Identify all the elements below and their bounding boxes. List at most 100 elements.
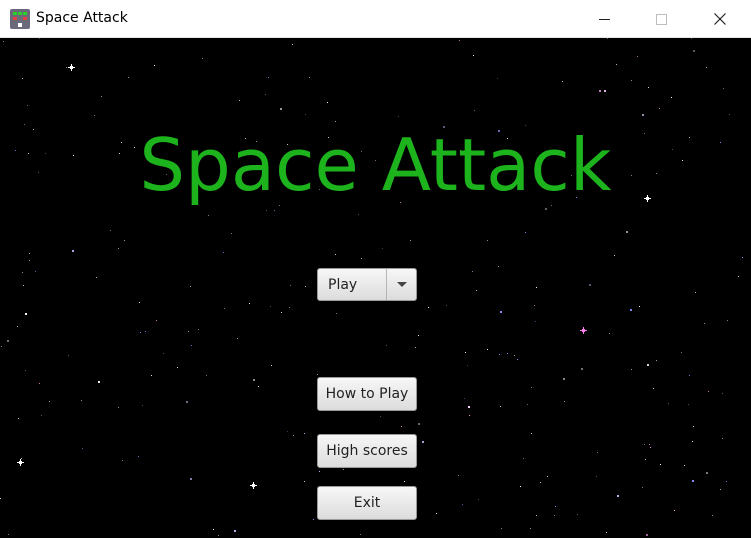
close-button[interactable] — [697, 0, 743, 38]
star — [188, 331, 189, 332]
star — [96, 277, 97, 278]
star — [81, 400, 82, 401]
minimize-button[interactable] — [581, 0, 627, 38]
star — [177, 367, 178, 368]
star — [305, 114, 306, 115]
star — [234, 530, 236, 532]
star — [309, 77, 310, 78]
star — [536, 287, 537, 288]
star — [478, 499, 479, 500]
star — [361, 258, 362, 259]
star — [656, 360, 657, 361]
star — [562, 81, 563, 82]
star — [517, 359, 518, 360]
window-title: Space Attack — [36, 10, 128, 26]
star — [436, 513, 437, 514]
game-canvas[interactable]: Space Attack Play How to Play High score… — [0, 38, 751, 538]
star — [418, 423, 420, 425]
star — [520, 486, 521, 487]
star — [727, 320, 728, 321]
star — [692, 441, 693, 442]
star — [94, 115, 95, 116]
how-to-play-button[interactable]: How to Play — [317, 377, 417, 411]
star — [304, 433, 305, 434]
star — [467, 365, 468, 366]
star — [639, 306, 640, 307]
star — [599, 90, 601, 92]
star — [239, 100, 240, 101]
star — [668, 403, 669, 404]
star — [271, 365, 272, 366]
star — [35, 271, 36, 272]
star — [596, 476, 597, 477]
high-scores-button[interactable]: High scores — [317, 434, 417, 468]
star — [531, 433, 532, 434]
star — [231, 233, 232, 234]
star — [18, 418, 19, 419]
game-mode-dropdown-button[interactable] — [386, 269, 416, 300]
star — [738, 276, 739, 277]
star — [462, 504, 463, 505]
star — [422, 441, 424, 443]
star — [653, 388, 654, 389]
star — [617, 495, 619, 497]
star — [124, 240, 125, 241]
star — [410, 240, 411, 241]
star — [531, 387, 532, 388]
star — [3, 41, 4, 42]
star — [536, 515, 537, 516]
star — [258, 386, 259, 387]
star — [186, 401, 188, 403]
star — [476, 290, 477, 291]
star — [327, 102, 328, 103]
star — [122, 460, 123, 461]
star — [305, 286, 306, 287]
star — [530, 528, 531, 529]
game-mode-select[interactable]: Play — [317, 268, 417, 301]
star — [647, 364, 649, 366]
star — [723, 88, 724, 89]
star — [224, 308, 225, 309]
star — [29, 260, 30, 261]
star — [704, 323, 705, 324]
star — [712, 515, 713, 516]
star — [156, 320, 157, 321]
star — [382, 248, 383, 249]
star — [464, 398, 465, 399]
star — [581, 368, 583, 370]
star — [527, 404, 528, 405]
star — [706, 67, 707, 68]
star — [27, 105, 28, 106]
star — [498, 266, 499, 267]
star — [110, 230, 111, 231]
star — [237, 338, 238, 339]
star — [68, 355, 69, 356]
star — [523, 458, 524, 459]
game-title: Space Attack — [139, 123, 612, 207]
star — [589, 284, 591, 286]
star — [507, 353, 508, 354]
star — [525, 232, 526, 233]
title-bar[interactable]: Space Attack — [0, 0, 751, 38]
close-icon — [714, 13, 726, 25]
maximize-icon — [655, 13, 667, 25]
star — [650, 447, 651, 448]
star — [631, 369, 632, 370]
star — [630, 309, 632, 311]
star — [23, 285, 24, 286]
star — [501, 528, 502, 529]
star — [380, 416, 381, 417]
sparkle-star — [250, 482, 257, 489]
exit-button[interactable]: Exit — [317, 486, 417, 520]
star — [720, 489, 721, 490]
star — [722, 438, 723, 439]
star — [626, 231, 628, 233]
star — [554, 515, 555, 516]
star — [142, 405, 143, 406]
star — [693, 50, 695, 52]
star — [249, 303, 250, 304]
game-mode-selected-value: Play — [328, 276, 358, 293]
star — [274, 210, 275, 211]
star — [22, 272, 23, 273]
star — [266, 210, 267, 211]
